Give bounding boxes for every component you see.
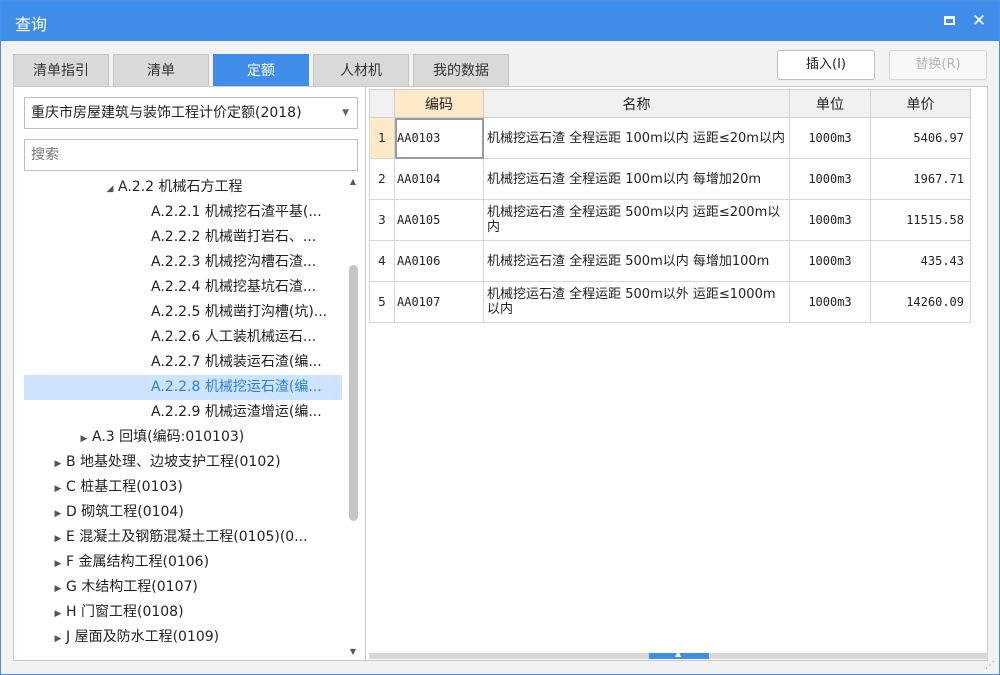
row-number[interactable]: 1 bbox=[369, 117, 395, 159]
query-dialog: 查询 ✕ 清单指引 清单 定额 人材机 我的数据 插入(I) 替换(R) 重庆市… bbox=[0, 0, 1000, 675]
tree-node[interactable]: A.2.2.3 机械挖沟槽石渣... bbox=[24, 250, 342, 275]
panel-splitter[interactable]: ▲ bbox=[369, 649, 988, 659]
tree-node[interactable]: ◢ A.2.2 机械石方工程 bbox=[24, 175, 342, 200]
cell-unit[interactable]: 1000m3 bbox=[789, 281, 871, 323]
replace-button[interactable]: 替换(R) bbox=[889, 50, 987, 80]
row-number[interactable]: 2 bbox=[369, 158, 395, 200]
cell-name[interactable]: 机械挖运石渣 全程运距 100m以内 运距≤20m以内 bbox=[483, 117, 790, 159]
collapsed-arrow-icon[interactable]: ▶ bbox=[50, 502, 66, 525]
table-row[interactable]: 2 AA0104 机械挖运石渣 全程运距 100m以内 每增加20m 1000m… bbox=[369, 158, 971, 200]
cell-code[interactable]: AA0105 bbox=[394, 199, 484, 241]
tree-scrollbar[interactable]: ▲ ▼ bbox=[346, 175, 360, 659]
cell-unit[interactable]: 1000m3 bbox=[789, 158, 871, 200]
scroll-down-icon[interactable]: ▼ bbox=[346, 645, 360, 659]
insert-button[interactable]: 插入(I) bbox=[777, 50, 875, 80]
row-number[interactable]: 5 bbox=[369, 281, 395, 323]
tab-bill[interactable]: 清单 bbox=[113, 54, 209, 86]
splitter-handle[interactable]: ▲ bbox=[649, 649, 709, 659]
tree-node[interactable]: ▶ H 门窗工程(0108) bbox=[24, 600, 342, 625]
cell-price[interactable]: 435.43 bbox=[870, 240, 971, 282]
tab-my-data[interactable]: 我的数据 bbox=[413, 54, 509, 86]
tab-quota[interactable]: 定额 bbox=[213, 54, 309, 86]
column-header-unit[interactable]: 单位 bbox=[789, 89, 871, 118]
collapsed-arrow-icon[interactable]: ▶ bbox=[50, 602, 66, 625]
cell-name[interactable]: 机械挖运石渣 全程运距 100m以内 每增加20m bbox=[483, 158, 790, 200]
chevron-down-icon: ▼ bbox=[342, 108, 349, 118]
row-number[interactable]: 3 bbox=[369, 199, 395, 241]
collapsed-arrow-icon[interactable]: ▶ bbox=[50, 627, 66, 650]
tree-node[interactable]: ▶ C 桩基工程(0103) bbox=[24, 475, 342, 500]
tree-node[interactable]: A.2.2.4 机械挖基坑石渣... bbox=[24, 275, 342, 300]
tree-node[interactable]: A.2.2.7 机械装运石渣(编... bbox=[24, 350, 342, 375]
collapsed-arrow-icon[interactable]: ▶ bbox=[50, 552, 66, 575]
expanded-arrow-icon[interactable]: ◢ bbox=[102, 177, 118, 200]
cell-price[interactable]: 11515.58 bbox=[870, 199, 971, 241]
column-header-code[interactable]: 编码 bbox=[394, 89, 484, 118]
corner-cell[interactable] bbox=[369, 89, 395, 118]
quota-library-dropdown[interactable]: 重庆市房屋建筑与装饰工程计价定额(2018) ▼ bbox=[24, 97, 358, 129]
tree-node[interactable]: ▶ J 屋面及防水工程(0109) bbox=[24, 625, 342, 650]
tree-node[interactable]: ▶ E 混凝土及钢筋混凝土工程(0105)(0... bbox=[24, 525, 342, 550]
category-tree: ◢ A.2.2 机械石方工程 A.2.2.1 机械挖石渣平基(... A.2.2.… bbox=[24, 175, 342, 659]
close-icon[interactable]: ✕ bbox=[967, 9, 991, 33]
cell-code[interactable]: AA0104 bbox=[394, 158, 484, 200]
collapsed-arrow-icon[interactable]: ▶ bbox=[76, 427, 92, 450]
maximize-icon[interactable] bbox=[937, 9, 961, 33]
quota-grid: 编码 名称 单位 单价 1 AA0103 机械挖运石渣 全程运距 100m以内 … bbox=[369, 89, 986, 654]
tree-node[interactable]: A.2.2.6 人工装机械运石... bbox=[24, 325, 342, 350]
table-header-row: 编码 名称 单位 单价 bbox=[369, 89, 971, 118]
scroll-thumb[interactable] bbox=[349, 265, 358, 521]
collapsed-arrow-icon[interactable]: ▶ bbox=[50, 577, 66, 600]
cell-name[interactable]: 机械挖运石渣 全程运距 500m以内 运距≤200m以内 bbox=[483, 199, 790, 241]
cell-code[interactable]: AA0106 bbox=[394, 240, 484, 282]
search-input[interactable] bbox=[24, 139, 358, 171]
collapsed-arrow-icon[interactable]: ▶ bbox=[50, 527, 66, 550]
tree-node[interactable]: A.2.2.5 机械凿打沟槽(坑)... bbox=[24, 300, 342, 325]
cell-price[interactable]: 14260.09 bbox=[870, 281, 971, 323]
tree-node[interactable]: A.2.2.9 机械运渣增运(编... bbox=[24, 400, 342, 425]
table-row[interactable]: 3 AA0105 机械挖运石渣 全程运距 500m以内 运距≤200m以内 10… bbox=[369, 199, 971, 241]
cell-unit[interactable]: 1000m3 bbox=[789, 240, 871, 282]
table-row[interactable]: 5 AA0107 机械挖运石渣 全程运距 500m以外 运距≤1000m以内 1… bbox=[369, 281, 971, 323]
collapsed-arrow-icon[interactable]: ▶ bbox=[50, 477, 66, 500]
row-number[interactable]: 4 bbox=[369, 240, 395, 282]
tree-node[interactable]: ▶ G 木结构工程(0107) bbox=[24, 575, 342, 600]
table-row[interactable]: 1 AA0103 机械挖运石渣 全程运距 100m以内 运距≤20m以内 100… bbox=[369, 117, 971, 159]
cell-code[interactable]: AA0107 bbox=[394, 281, 484, 323]
title-bar[interactable]: 查询 ✕ bbox=[1, 1, 999, 41]
resize-grip-icon[interactable]: ⋰ bbox=[985, 660, 995, 671]
column-header-price[interactable]: 单价 bbox=[870, 89, 971, 118]
content-panel: 重庆市房屋建筑与装饰工程计价定额(2018) ▼ ◢A.2.2 机械石方工程 A… bbox=[13, 86, 988, 661]
cell-price[interactable]: 1967.71 bbox=[870, 158, 971, 200]
tree-node[interactable]: ▶ D 砌筑工程(0104) bbox=[24, 500, 342, 525]
cell-price[interactable]: 5406.97 bbox=[870, 117, 971, 159]
dropdown-value: 重庆市房屋建筑与装饰工程计价定额(2018) bbox=[31, 105, 302, 121]
left-pane: 重庆市房屋建筑与装饰工程计价定额(2018) ▼ ◢A.2.2 机械石方工程 A… bbox=[14, 87, 366, 660]
tree-node[interactable]: ▶ A.3 回填(编码:010103) bbox=[24, 425, 342, 450]
tab-labor-material-machine[interactable]: 人材机 bbox=[313, 54, 409, 86]
tab-bill-guide[interactable]: 清单指引 bbox=[13, 54, 109, 86]
dialog-title: 查询 bbox=[15, 15, 48, 34]
tree-node-selected[interactable]: A.2.2.8 机械挖运石渣(编... bbox=[24, 375, 342, 400]
tree-node[interactable]: A.2.2.2 机械凿打岩石、... bbox=[24, 225, 342, 250]
cell-name[interactable]: 机械挖运石渣 全程运距 500m以内 每增加100m bbox=[483, 240, 790, 282]
cell-name[interactable]: 机械挖运石渣 全程运距 500m以外 运距≤1000m以内 bbox=[483, 281, 790, 323]
tree-node[interactable]: ▶ B 地基处理、边坡支护工程(0102) bbox=[24, 450, 342, 475]
cell-unit[interactable]: 1000m3 bbox=[789, 199, 871, 241]
cell-code[interactable]: AA0103 bbox=[394, 117, 484, 159]
scroll-up-icon[interactable]: ▲ bbox=[346, 175, 360, 189]
tree-node[interactable]: A.2.2.1 机械挖石渣平基(... bbox=[24, 200, 342, 225]
chevron-up-icon: ▲ bbox=[675, 649, 682, 658]
quota-table: 编码 名称 单位 单价 1 AA0103 机械挖运石渣 全程运距 100m以内 … bbox=[369, 89, 971, 323]
table-row[interactable]: 4 AA0106 机械挖运石渣 全程运距 500m以内 每增加100m 1000… bbox=[369, 240, 971, 282]
tree-node[interactable]: ▶ F 金属结构工程(0106) bbox=[24, 550, 342, 575]
cell-unit[interactable]: 1000m3 bbox=[789, 117, 871, 159]
collapsed-arrow-icon[interactable]: ▶ bbox=[50, 452, 66, 475]
column-header-name[interactable]: 名称 bbox=[483, 89, 790, 118]
